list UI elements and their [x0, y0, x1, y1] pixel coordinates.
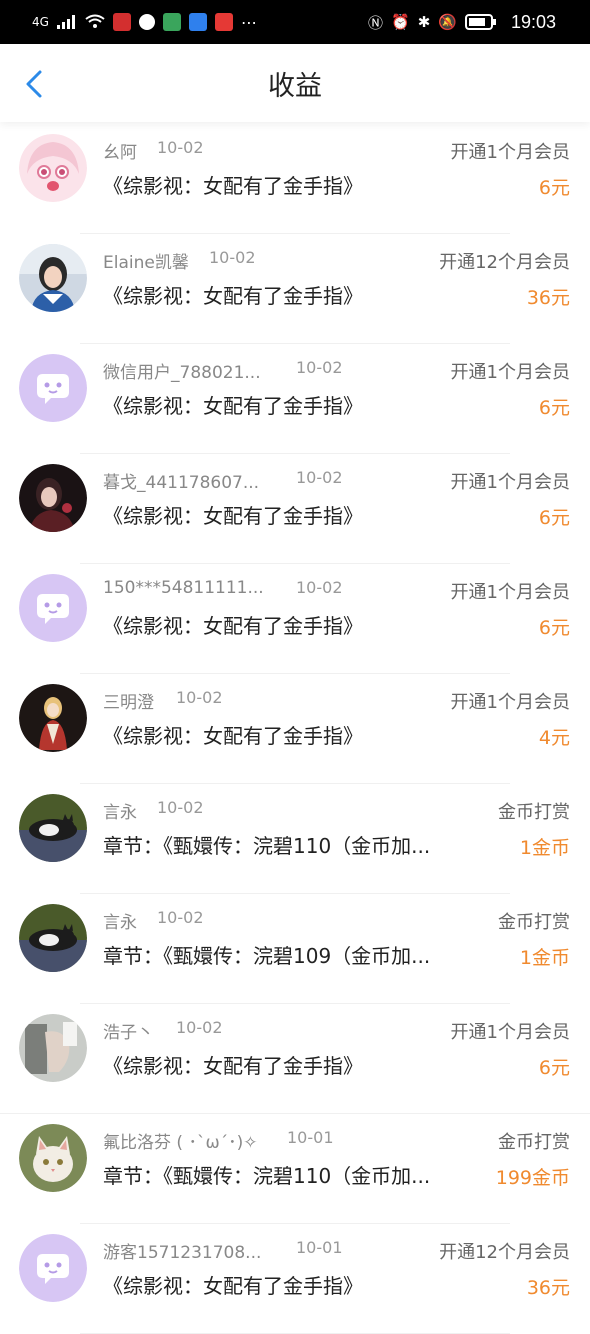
income-date: 10-02 [296, 468, 343, 487]
income-amount: 199金币 [495, 1167, 570, 1189]
income-amount: 36元 [526, 1277, 570, 1299]
income-date: 10-02 [157, 138, 204, 157]
income-type: 开通12个月会员 [439, 1242, 570, 1263]
signal-label: 4G [32, 15, 49, 29]
income-row[interactable]: 氟比洛芬 ( ･`ω´･)✧ 10-01 金币打赏章节：《甄嬛传：浣碧110（金币加… [0, 1114, 590, 1224]
app-notification-icon [112, 13, 131, 31]
income-date: 10-02 [157, 908, 204, 927]
basketball-icon [138, 14, 155, 30]
income-date: 10-02 [157, 798, 204, 817]
income-type: 开通1个月会员 [450, 692, 570, 713]
income-type: 金币打赏 [498, 802, 570, 823]
income-amount: 1金币 [519, 947, 570, 969]
user-name: 幺阿 [103, 143, 137, 163]
income-type: 开通1个月会员 [450, 1022, 570, 1043]
more-notifications-icon: ⋯ [240, 12, 257, 32]
income-type: 开通1个月会员 [450, 362, 570, 383]
user-avatar[interactable] [19, 1124, 87, 1192]
income-date: 10-02 [176, 688, 223, 707]
user-name: 微信用户_788021... [103, 363, 261, 383]
user-avatar[interactable] [19, 134, 87, 202]
income-type: 开通1个月会员 [450, 142, 570, 163]
user-avatar[interactable] [19, 574, 87, 642]
income-amount: 6元 [538, 397, 570, 419]
user-name: 浩子丶 [103, 1023, 154, 1043]
income-content: 章节：《甄嬛传：浣碧109（金币加... [103, 944, 431, 968]
income-type: 开通12个月会员 [439, 252, 570, 273]
income-amount: 4元 [538, 727, 570, 749]
user-avatar[interactable] [19, 464, 87, 532]
income-type: 金币打赏 [498, 1132, 570, 1153]
income-date: 10-02 [296, 358, 343, 377]
income-content: 《综影视：女配有了金手指》 [103, 504, 363, 528]
user-avatar[interactable] [19, 1014, 87, 1082]
nfc-icon: Ⓝ [367, 13, 383, 32]
user-name: 三明澄 [103, 693, 154, 713]
user-name: Elaine凯馨 [103, 253, 189, 273]
alarm-icon: ⏰ [391, 13, 410, 31]
income-content: 《综影视：女配有了金手指》 [103, 394, 363, 418]
income-type: 金币打赏 [498, 912, 570, 933]
income-row[interactable]: 游客1571231708... 10-01 开通12个月会员《综影视：女配有了金手指… [0, 1224, 590, 1334]
user-name: 氟比洛芬 ( ･`ω´･)✧ [103, 1133, 258, 1153]
income-content: 《综影视：女配有了金手指》 [103, 174, 363, 198]
clock-time: 19:03 [510, 11, 556, 32]
user-name: 言永 [103, 803, 137, 823]
income-content: 《综影视：女配有了金手指》 [103, 724, 363, 748]
wifi-icon [85, 14, 105, 28]
income-amount: 6元 [538, 507, 570, 529]
income-row[interactable]: 幺阿 10-02 开通1个月会员《综影视：女配有了金手指》 6元 [0, 124, 590, 234]
income-amount: 6元 [538, 177, 570, 199]
user-avatar[interactable] [19, 1234, 87, 1302]
income-date: 10-02 [176, 1018, 223, 1037]
user-name: 游客1571231708... [103, 1243, 262, 1263]
user-avatar[interactable] [19, 684, 87, 752]
income-content: 《综影视：女配有了金手指》 [103, 284, 363, 308]
income-amount: 6元 [538, 617, 570, 639]
income-row[interactable]: 微信用户_788021... 10-02 开通1个月会员《综影视：女配有了金手指》 6… [0, 344, 590, 454]
income-list: 幺阿 10-02 开通1个月会员 《综影视：女配有了金手指》 6元 Elaine凯馨 10-… [0, 124, 590, 1334]
book-app-icon [214, 13, 233, 31]
page-title: 收益 [268, 70, 322, 101]
income-content: 章节：《甄嬛传：浣碧110（金币加... [103, 834, 431, 858]
income-date: 10-02 [209, 248, 256, 267]
income-date: 10-01 [287, 1128, 334, 1147]
income-row[interactable]: 浩子丶 10-02 开通1个月会员《综影视：女配有了金手指》 6元 [0, 1004, 590, 1114]
back-arrow-icon[interactable] [20, 66, 56, 102]
income-row[interactable]: 言永 10-02 金币打赏章节：《甄嬛传：浣碧109（金币加... 1金币 [0, 894, 590, 1004]
status-right: Ⓝ ⏰ ✱ 🔕 19:03 [368, 12, 556, 33]
signal-icon [56, 15, 75, 29]
income-content: 《综影视：女配有了金手指》 [103, 1274, 363, 1298]
home-app-icon [162, 13, 181, 31]
bluetooth-icon: ✱ [417, 13, 431, 31]
mute-icon: 🔕 [438, 13, 457, 31]
income-amount: 6元 [538, 1057, 570, 1079]
income-amount: 36元 [526, 287, 570, 309]
user-avatar[interactable] [19, 904, 87, 972]
income-row[interactable]: 暮戈_441178607... 10-02 开通1个月会员《综影视：女配有了金手指》… [0, 454, 590, 564]
cloud-app-icon [188, 13, 207, 31]
income-date: 10-01 [296, 1238, 343, 1257]
status-bar: 4G ⋯ Ⓝ ⏰ ✱ 🔕 19:03 [0, 0, 590, 44]
user-avatar[interactable] [19, 244, 87, 312]
user-avatar[interactable] [19, 794, 87, 862]
income-amount: 1金币 [519, 837, 570, 859]
nav-bar: 收益 [0, 44, 590, 122]
user-name: 150***54811111... [103, 578, 264, 598]
income-content: 《综影视：女配有了金手指》 [103, 614, 363, 638]
income-type: 开通1个月会员 [450, 582, 570, 603]
income-date: 10-02 [296, 578, 343, 597]
income-row[interactable]: 150***54811111... 10-02 开通1个月会员《综影视：女配有了金手… [0, 564, 590, 674]
user-avatar[interactable] [19, 354, 87, 422]
income-row[interactable]: 三明澄 10-02 开通1个月会员《综影视：女配有了金手指》 4元 [0, 674, 590, 784]
income-row[interactable]: 言永 10-02 金币打赏章节：《甄嬛传：浣碧110（金币加... 1金币 [0, 784, 590, 894]
income-content: 《综影视：女配有了金手指》 [103, 1054, 363, 1078]
income-type: 开通1个月会员 [450, 472, 570, 493]
user-name: 言永 [103, 913, 137, 933]
income-row[interactable]: Elaine凯馨 10-02 开通12个月会员《综影视：女配有了金手指》 36元 [0, 234, 590, 344]
battery-icon [464, 14, 496, 30]
status-left: 4G ⋯ [32, 13, 257, 32]
user-name: 暮戈_441178607... [103, 473, 260, 493]
income-content: 章节：《甄嬛传：浣碧110（金币加... [103, 1164, 431, 1188]
